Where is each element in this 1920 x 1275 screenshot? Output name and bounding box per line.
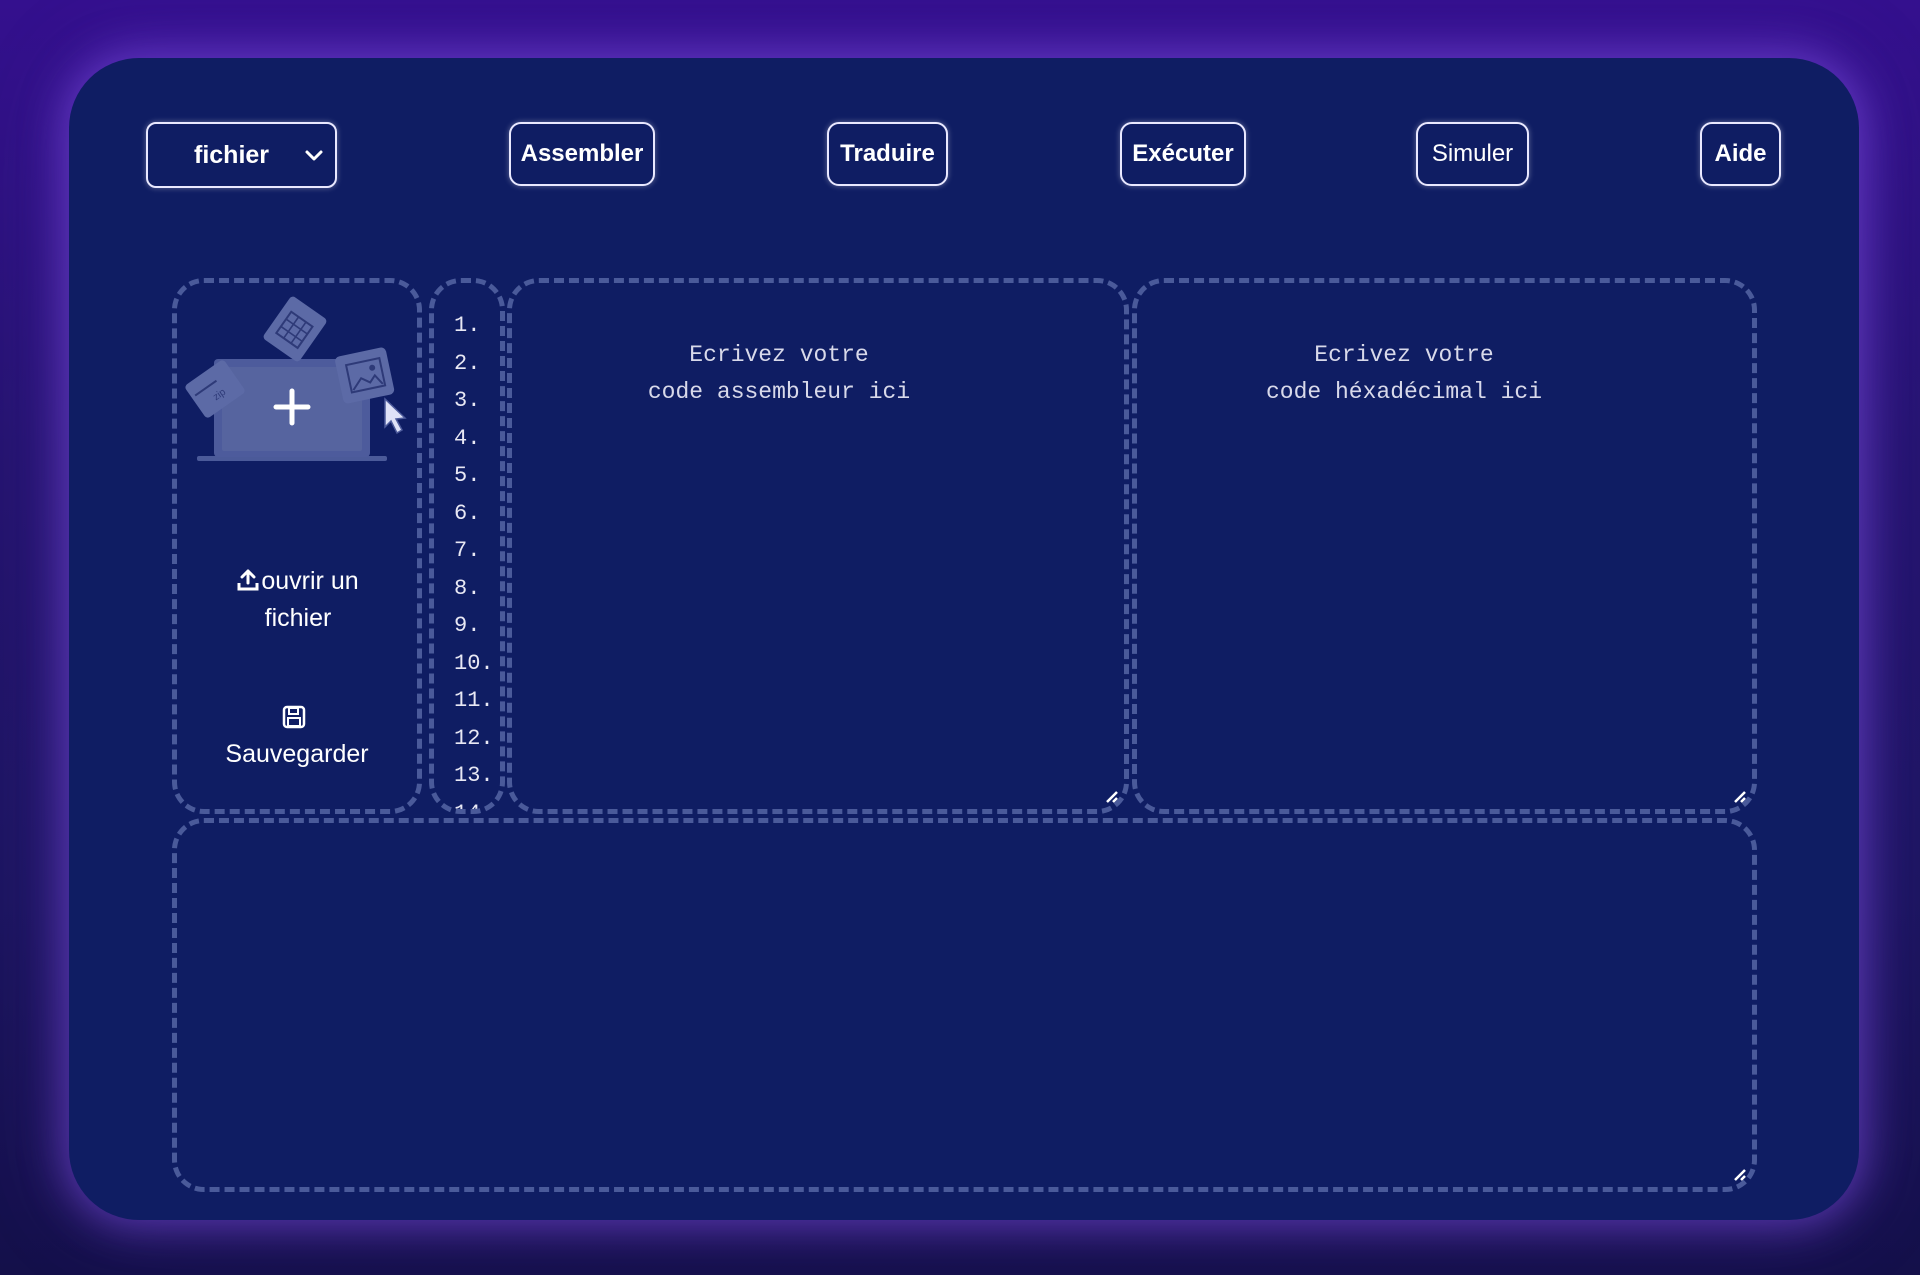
- line-number: 5.: [454, 463, 481, 488]
- save-button[interactable]: Sauvegarder: [207, 736, 387, 773]
- file-upload-illustration[interactable]: zip: [177, 291, 417, 461]
- upload-icon: [237, 569, 259, 591]
- line-number-gutter: 1. 2. 3. 4. 5. 6. 7. 8. 9. 10. 11. 12. 13. 14.: [429, 278, 505, 814]
- output-console[interactable]: [172, 818, 1757, 1192]
- chevron-down-icon: [305, 150, 323, 161]
- cursor-icon: [384, 397, 407, 435]
- file-menu-select[interactable]: fichier: [146, 122, 337, 188]
- line-number-list: 1. 2. 3. 4. 5. 6. 7. 8. 9. 10. 11. 12. 13. 14.: [454, 307, 494, 809]
- assembly-code-editor[interactable]: Ecrivez votre code assembleur ici: [507, 278, 1129, 814]
- line-number: 10.: [454, 650, 494, 676]
- line-number: 1.: [454, 313, 481, 338]
- line-number: 4.: [454, 425, 481, 451]
- line-number: 7.: [454, 538, 481, 563]
- hex-placeholder: Ecrivez votre code héxadécimal ici: [1265, 342, 1543, 405]
- floppy-disk-icon[interactable]: [282, 705, 306, 729]
- assembly-placeholder: Ecrivez votre code assembleur ici: [647, 342, 911, 405]
- hex-code-editor[interactable]: Ecrivez votre code héxadécimal ici: [1132, 278, 1757, 814]
- line-number: 3.: [454, 388, 481, 413]
- resize-handle-icon[interactable]: [1104, 789, 1120, 805]
- simulate-button[interactable]: Simuler: [1416, 122, 1529, 186]
- resize-handle-icon[interactable]: [1732, 789, 1748, 805]
- line-number: 2.: [454, 350, 481, 376]
- assemble-button[interactable]: Assembler: [509, 122, 655, 186]
- line-number: 8.: [454, 575, 481, 601]
- line-number: 6.: [454, 500, 481, 526]
- file-sidebar: zip ouvrir un fichier Sauvegarder: [172, 278, 422, 814]
- help-button[interactable]: Aide: [1700, 122, 1781, 186]
- open-file-label: ouvrir un: [261, 567, 359, 595]
- line-number: 9.: [454, 613, 481, 638]
- line-number: 11.: [454, 688, 494, 713]
- open-file-label-2: fichier: [264, 604, 332, 632]
- line-number: 12.: [454, 725, 494, 751]
- open-file-link[interactable]: ouvrir un fichier: [233, 563, 363, 637]
- translate-button[interactable]: Traduire: [827, 122, 948, 186]
- line-number: 13.: [454, 763, 494, 788]
- file-menu-value: fichier: [194, 140, 270, 169]
- resize-handle-icon[interactable]: [1732, 1167, 1748, 1183]
- execute-button[interactable]: Exécuter: [1120, 122, 1246, 186]
